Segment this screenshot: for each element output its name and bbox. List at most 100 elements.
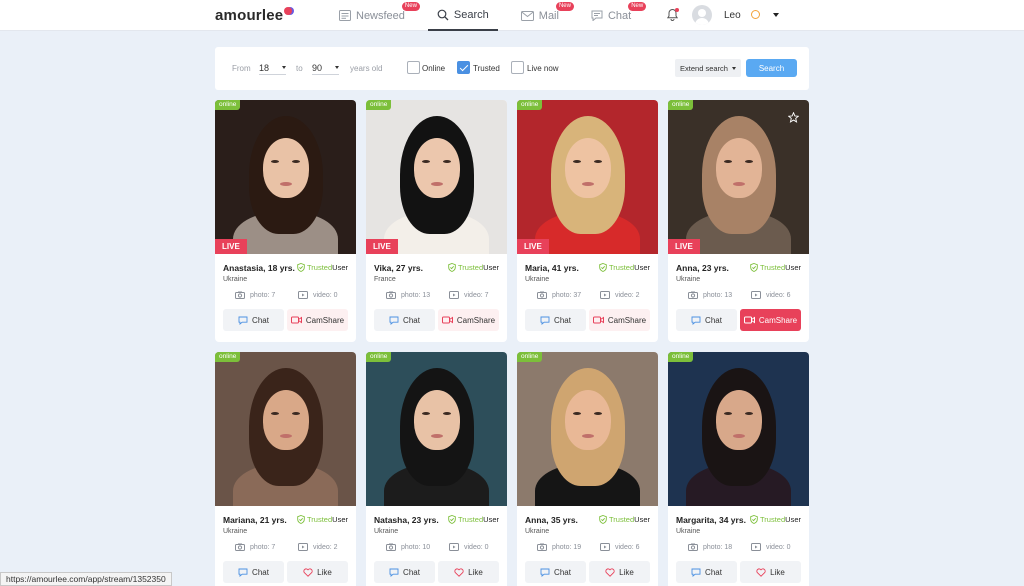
- like-button[interactable]: Like: [287, 561, 348, 583]
- chat-button[interactable]: Chat: [223, 561, 284, 583]
- camshare-button[interactable]: CamShare: [740, 309, 801, 331]
- trusted-checkbox[interactable]: [457, 61, 470, 74]
- extend-search-label: Extend search: [680, 63, 728, 73]
- profile-card[interactable]: online Mariana, 21 yrs. Ukraine Trusted User…: [215, 352, 356, 586]
- profile-name[interactable]: Anna, 35 yrs.: [525, 515, 578, 525]
- camshare-button[interactable]: CamShare: [287, 309, 348, 331]
- online-checkbox-label[interactable]: Online: [422, 64, 445, 73]
- video-camera-icon: [290, 316, 302, 324]
- portrait-lips: [733, 434, 745, 438]
- profile-card[interactable]: online LIVE Anastasia, 18 yrs. Ukraine Trust…: [215, 100, 356, 342]
- profile-card[interactable]: online Margarita, 34 yrs. Ukraine Trusted Us…: [668, 352, 809, 586]
- chat-button-label: Chat: [252, 567, 269, 577]
- profile-name[interactable]: Anna, 23 yrs.: [676, 263, 729, 273]
- video-count-text: video: 2: [313, 543, 338, 551]
- camshare-button[interactable]: CamShare: [589, 309, 650, 331]
- nav-mail-label: Mail: [538, 9, 559, 22]
- photo-count: photo: 7: [235, 291, 275, 299]
- portrait-face: [263, 390, 309, 450]
- user-name[interactable]: Leo: [724, 10, 741, 21]
- live-now-checkbox-label[interactable]: Live now: [527, 64, 559, 73]
- age-to-value: 90: [312, 63, 323, 73]
- portrait-face: [716, 138, 762, 198]
- profile-country: Ukraine: [223, 528, 248, 535]
- portrait-eye: [271, 412, 279, 415]
- like-button[interactable]: Like: [438, 561, 499, 583]
- portrait-eye: [745, 160, 753, 163]
- star-icon[interactable]: [788, 112, 799, 123]
- like-button[interactable]: Like: [589, 561, 650, 583]
- camera-icon: [537, 543, 547, 551]
- trusted-label: Trusted: [307, 263, 333, 272]
- shield-check-icon: [750, 263, 758, 272]
- video-count: video: 0: [751, 543, 791, 551]
- coin-icon[interactable]: [751, 10, 760, 19]
- shield-check-icon: [297, 515, 305, 524]
- online-badge: online: [517, 100, 543, 110]
- nav-chat[interactable]: Chat New: [582, 0, 647, 31]
- profile-name[interactable]: Margarita, 34 yrs.: [676, 515, 746, 525]
- live-now-checkbox[interactable]: [511, 61, 524, 74]
- chat-button-label: Chat: [705, 567, 722, 577]
- portrait-eye: [443, 160, 451, 163]
- profile-photo[interactable]: online: [517, 352, 658, 506]
- profile-card[interactable]: online LIVE Anna, 23 yrs. Ukraine Trusted Use…: [668, 100, 809, 342]
- portrait-eye: [422, 412, 430, 415]
- chat-icon: [389, 316, 399, 325]
- profile-name[interactable]: Vika, 27 yrs.: [374, 263, 423, 273]
- portrait-face: [414, 138, 460, 198]
- camshare-button-label: CamShare: [607, 315, 647, 325]
- profile-photo[interactable]: online: [668, 352, 809, 506]
- profile-photo[interactable]: online LIVE: [366, 100, 507, 254]
- chat-button[interactable]: Chat: [223, 309, 284, 331]
- portrait-eye: [745, 412, 753, 415]
- chat-button[interactable]: Chat: [374, 309, 435, 331]
- trusted-suffix: User: [332, 515, 348, 524]
- trusted-suffix: User: [634, 263, 650, 272]
- nav-newsfeed[interactable]: Newsfeed New: [330, 0, 420, 31]
- portrait-eye: [724, 160, 732, 163]
- chat-button[interactable]: Chat: [676, 309, 737, 331]
- profile-photo[interactable]: online: [366, 352, 507, 506]
- camshare-button[interactable]: CamShare: [438, 309, 499, 331]
- profile-card[interactable]: online Anna, 35 yrs. Ukraine Trusted User pho…: [517, 352, 658, 586]
- profile-photo[interactable]: online: [215, 352, 356, 506]
- chat-button[interactable]: Chat: [525, 309, 586, 331]
- video-count: video: 2: [600, 291, 640, 299]
- nav-search-label: Search: [453, 8, 489, 21]
- logo[interactable]: amourlee: [215, 7, 293, 24]
- age-to-select[interactable]: 90: [312, 57, 339, 75]
- nav-search[interactable]: Search: [427, 0, 498, 31]
- profile-photo[interactable]: online LIVE: [668, 100, 809, 254]
- profile-photo[interactable]: online LIVE: [517, 100, 658, 254]
- chat-button[interactable]: Chat: [676, 561, 737, 583]
- chat-button[interactable]: Chat: [525, 561, 586, 583]
- profile-card[interactable]: online LIVE Vika, 27 yrs. France Trusted User…: [366, 100, 507, 342]
- profile-photo[interactable]: online LIVE: [215, 100, 356, 254]
- live-badge: LIVE: [668, 239, 700, 254]
- search-button[interactable]: Search: [746, 59, 797, 77]
- chat-icon: [540, 316, 550, 325]
- trusted-checkbox-label[interactable]: Trusted: [473, 64, 500, 73]
- chat-button-label: Chat: [403, 315, 420, 325]
- nav-mail[interactable]: Mail New: [512, 0, 574, 31]
- avatar[interactable]: [692, 5, 712, 25]
- profile-name[interactable]: Natasha, 23 yrs.: [374, 515, 439, 525]
- chevron-down-icon[interactable]: [773, 13, 779, 17]
- profile-name[interactable]: Maria, 41 yrs.: [525, 263, 579, 273]
- trusted-user-badge: Trusted User: [297, 263, 348, 272]
- age-from-select[interactable]: 18: [259, 57, 286, 75]
- profile-card[interactable]: online LIVE Maria, 41 yrs. Ukraine Trusted Us…: [517, 100, 658, 342]
- profile-card[interactable]: online Natasha, 23 yrs. Ukraine Trusted User…: [366, 352, 507, 586]
- profile-name[interactable]: Mariana, 21 yrs.: [223, 515, 287, 525]
- video-count-text: video: 6: [615, 543, 640, 551]
- portrait-lips: [733, 182, 745, 186]
- profile-name[interactable]: Anastasia, 18 yrs.: [223, 263, 295, 273]
- portrait-eye: [422, 160, 430, 163]
- camshare-button-label: CamShare: [305, 315, 345, 325]
- shield-check-icon: [750, 515, 758, 524]
- online-checkbox[interactable]: [407, 61, 420, 74]
- extend-search-button[interactable]: Extend search: [675, 59, 741, 77]
- chat-button[interactable]: Chat: [374, 561, 435, 583]
- like-button[interactable]: Like: [740, 561, 801, 583]
